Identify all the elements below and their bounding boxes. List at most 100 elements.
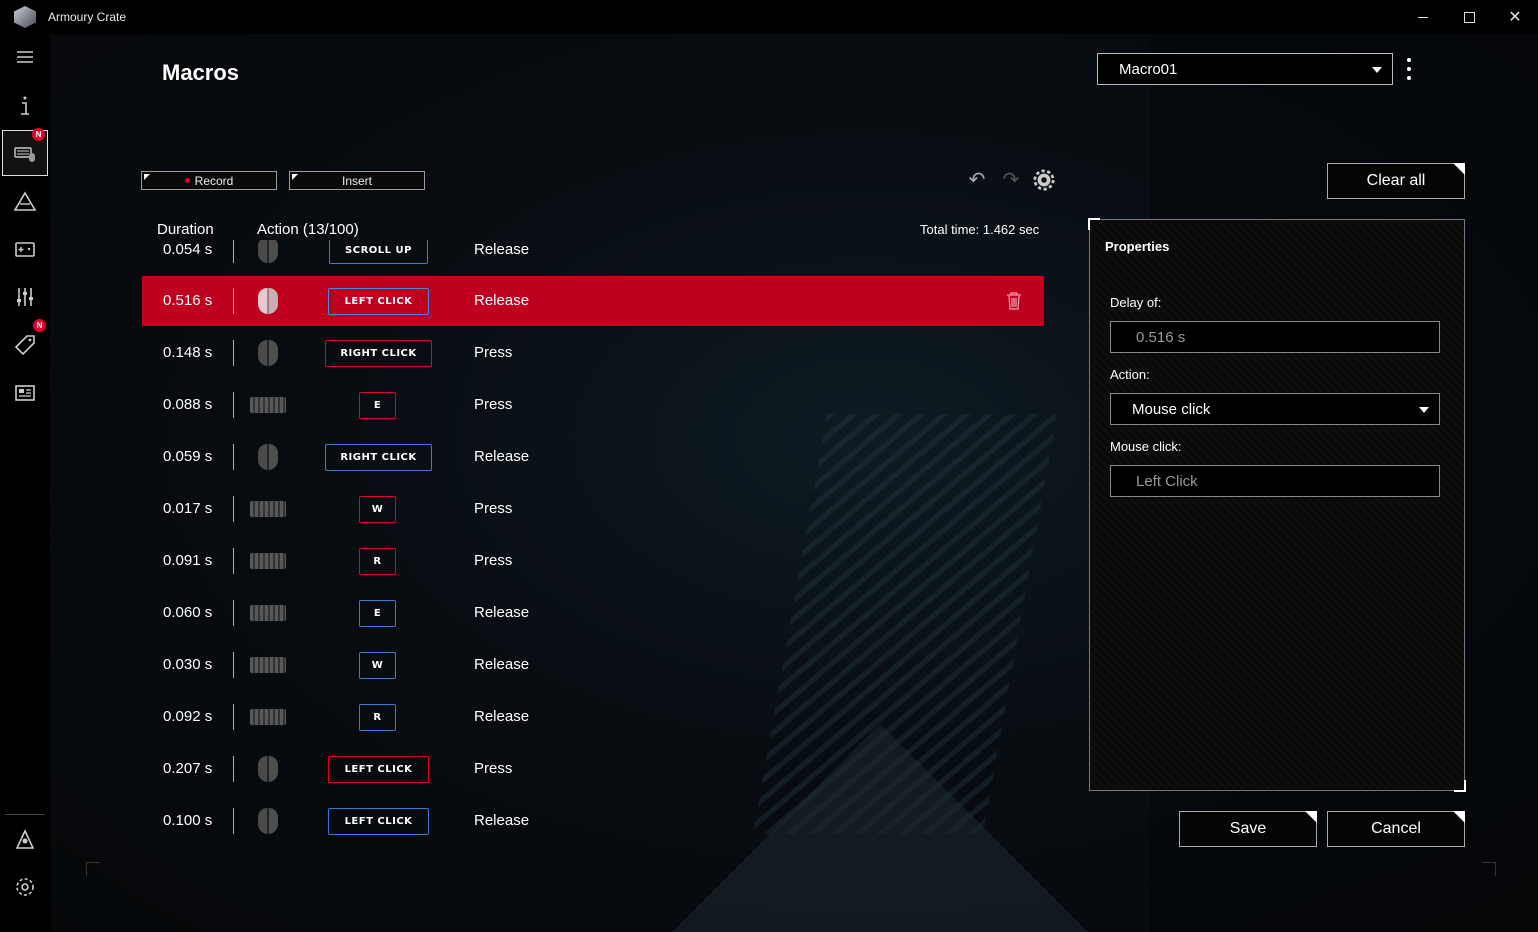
key-badge: W [359,496,396,523]
action-state-cell: Release [474,448,530,465]
mouse-click-value: Left Click [1136,472,1198,490]
action-state-cell: Release [474,292,530,309]
table-row[interactable]: 0.059 s RIGHT CLICK Release [142,432,1044,482]
record-button[interactable]: Record [141,171,277,190]
macro-settings-icon[interactable] [1033,169,1055,191]
keyboard-icon [250,548,286,574]
duration-cell: 0.088 s [163,396,213,413]
table-row[interactable]: 0.060 s E Release [142,588,1044,638]
action-state-cell: Press [474,396,513,413]
user-center-icon[interactable] [2,817,48,863]
table-row[interactable]: 0.100 s LEFT CLICK Release [142,796,1044,846]
keyboard-icon [250,392,286,418]
table-row[interactable]: 0.091 s R Press [142,536,1044,586]
duration-cell: 0.148 s [163,344,213,361]
delay-label: Delay of: [1110,295,1162,310]
info-icon[interactable] [2,83,48,129]
insert-label: Insert [341,173,372,188]
duration-cell: 0.100 s [163,812,213,829]
column-header-action: Action (13/100) [257,221,359,238]
row-separator [233,756,234,782]
app-title: Armoury Crate [48,10,127,24]
table-row[interactable]: 0.148 s RIGHT CLICK Press [142,328,1044,378]
macro-action-list[interactable]: 0.054 s SCROLL UP Release 0.516 s LEFT CLICK… [142,240,1044,850]
notification-badge: N [33,319,46,332]
table-row[interactable]: 0.054 s SCROLL UP Release [142,240,1044,275]
action-state-cell: Press [474,760,513,777]
table-row[interactable]: 0.516 s LEFT CLICK Release [142,276,1044,326]
key-badge: RIGHT CLICK [325,340,432,367]
mouse-click-label: Mouse click: [1110,439,1182,454]
key-badge: R [359,704,396,731]
mouse-icon [250,808,286,834]
action-state-cell: Release [474,656,530,673]
record-label: Record [194,173,234,188]
table-row[interactable]: 0.207 s LEFT CLICK Press [142,744,1044,794]
action-state-cell: Release [474,812,530,829]
clear-all-label: Clear all [1366,172,1426,189]
row-separator [233,548,234,574]
delay-input[interactable]: 0.516 s [1110,321,1440,353]
duration-cell: 0.091 s [163,552,213,569]
news-icon[interactable] [2,370,48,416]
row-separator [233,444,234,470]
properties-panel: Properties Delay of: 0.516 s Action: Mou… [1088,218,1466,792]
cancel-button[interactable]: Cancel [1327,811,1465,847]
delay-value: 0.516 s [1136,328,1186,346]
deals-icon[interactable]: N [2,319,48,368]
mouse-icon [250,340,286,366]
aura-icon[interactable] [2,179,48,225]
corner-mark [86,862,100,876]
minimize-button[interactable] [1400,0,1446,34]
duration-cell: 0.059 s [163,448,213,465]
action-value: Mouse click [1132,400,1211,418]
undo-icon[interactable]: ↶ [965,170,989,190]
clear-all-button[interactable]: Clear all [1327,163,1465,199]
row-separator [233,600,234,626]
cancel-label: Cancel [1371,820,1421,837]
key-badge: E [359,392,396,419]
macro-profile-dropdown[interactable]: Macro01 [1097,53,1393,85]
mouse-icon [250,756,286,782]
close-button[interactable]: ✕ [1492,0,1538,34]
duration-cell: 0.516 s [163,292,213,309]
insert-button[interactable]: Insert [289,171,425,190]
chevron-down-icon [1372,67,1382,73]
table-row[interactable]: 0.092 s R Release [142,692,1044,742]
action-dropdown[interactable]: Mouse click [1110,393,1440,425]
action-state-cell: Press [474,344,513,361]
action-state-cell: Release [474,604,530,621]
redo-icon[interactable]: ↷ [999,170,1023,190]
row-separator [233,240,234,263]
game-library-icon[interactable] [2,226,48,272]
action-state-cell: Release [474,241,530,258]
keyboard-icon [250,704,286,730]
menu-icon[interactable] [2,34,48,80]
key-badge: LEFT CLICK [328,756,429,783]
table-row[interactable]: 0.017 s W Press [142,484,1044,534]
more-options-icon[interactable] [1403,58,1415,80]
save-label: Save [1229,820,1267,837]
mouse-click-input[interactable]: Left Click [1110,465,1440,497]
settings-icon[interactable] [2,864,48,910]
action-label: Action: [1110,367,1150,382]
maximize-button[interactable] [1446,0,1492,34]
trash-icon[interactable] [1004,291,1024,311]
save-button[interactable]: Save [1179,811,1317,847]
column-header-duration: Duration [157,221,214,238]
equalizer-icon[interactable] [2,274,48,320]
app-logo-icon [14,6,36,28]
mouse-icon [250,444,286,470]
macro-profile-value: Macro01 [1119,60,1178,78]
row-separator [233,288,234,314]
mouse-icon [250,240,286,263]
table-row[interactable]: 0.088 s E Press [142,380,1044,430]
duration-cell: 0.030 s [163,656,213,673]
table-row[interactable]: 0.030 s W Release [142,640,1044,690]
device-icon[interactable]: N [2,128,48,176]
action-state-cell: Press [474,552,513,569]
duration-cell: 0.207 s [163,760,213,777]
key-badge: R [359,548,396,575]
window-controls: ✕ [1400,0,1538,34]
sidebar-divider [5,814,45,815]
